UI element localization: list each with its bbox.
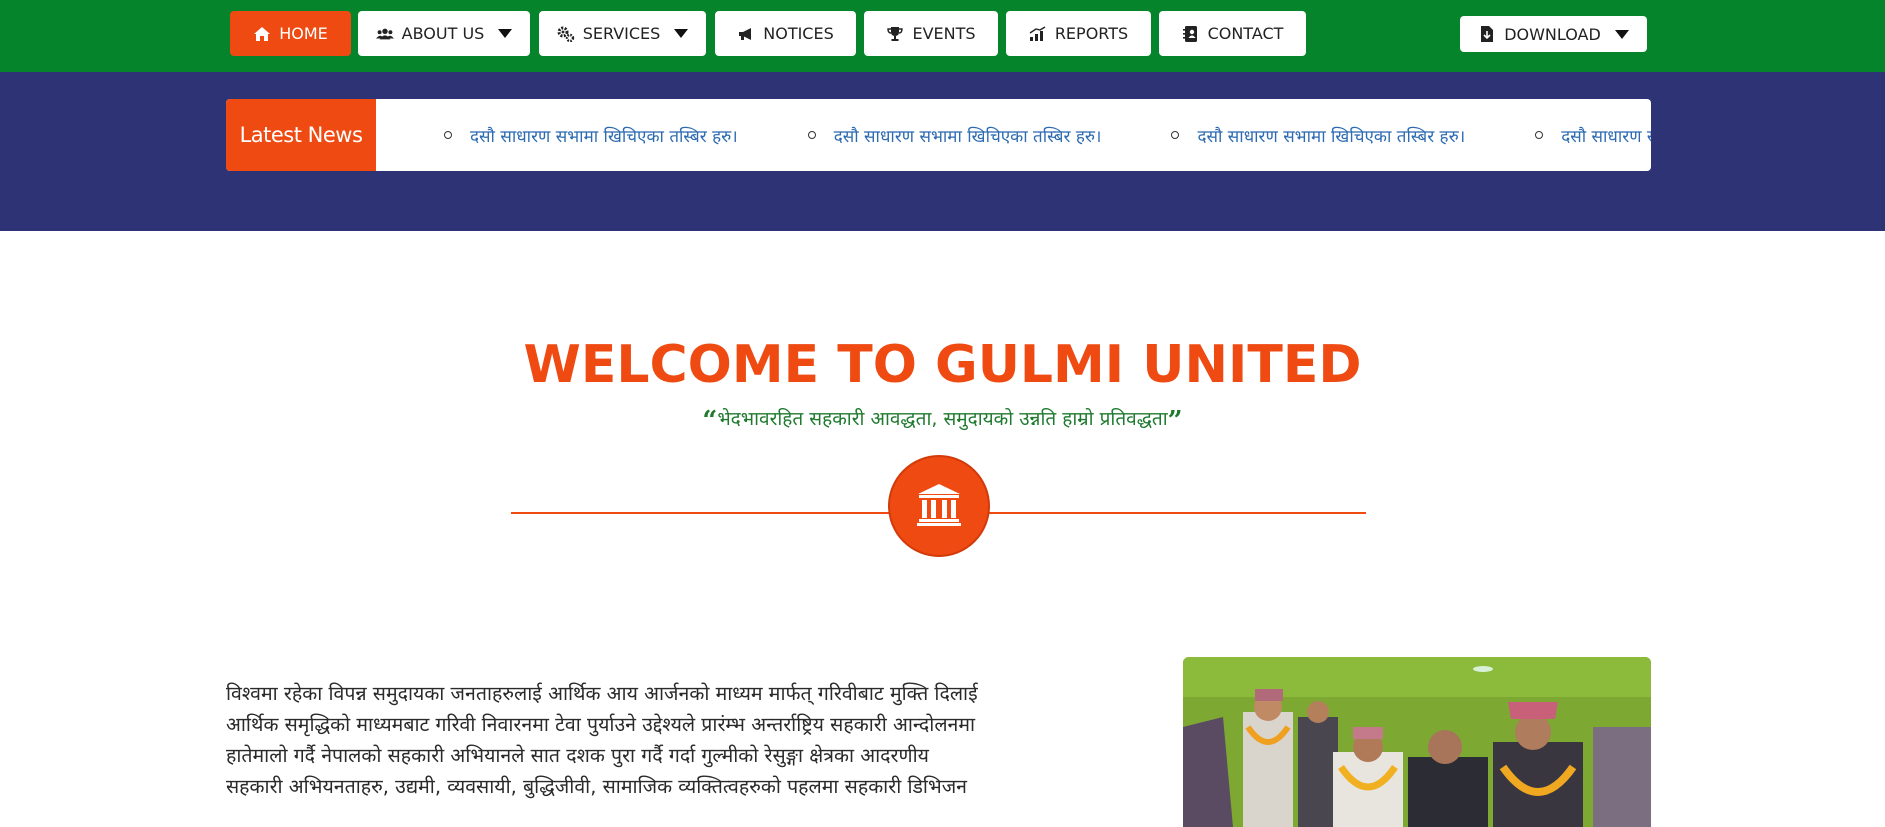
event-photo <box>1183 657 1651 827</box>
news-item[interactable]: दसौ साधारण सभामा खिचिएका तस्बिर हरु। <box>1485 124 1651 147</box>
news-item[interactable]: दसौ साधारण सभामा खिचिएका तस्बिर हरु। <box>758 124 1102 147</box>
chevron-down-icon <box>674 29 689 38</box>
welcome-title: WELCOME TO GULMI UNITED <box>523 335 1362 395</box>
news-item-text[interactable]: दसौ साधारण सभामा खिचिएका तस्बिर हरु। <box>1197 124 1465 147</box>
intro-text: विश्वमा रहेका विपन्न समुदायका जनताहरुलाई… <box>226 678 1056 802</box>
nav-notices-button[interactable]: NOTICES <box>715 11 856 56</box>
nav-reports-label: REPORTS <box>1054 24 1129 43</box>
download-dropdown-button[interactable]: DOWNLOAD <box>1460 16 1647 52</box>
news-ticker: Latest News दसौ साधारण सभामा खिचिएका तस्… <box>226 99 1651 171</box>
download-label: DOWNLOAD <box>1504 24 1601 44</box>
bullet-icon <box>1535 131 1544 139</box>
megaphone-icon <box>737 25 755 43</box>
nav-events-button[interactable]: EVENTS <box>864 11 998 56</box>
intro-line: विश्वमा रहेका विपन्न समुदायका जनताहरुलाई… <box>226 682 978 705</box>
nav-services-label: SERVICES <box>582 24 661 43</box>
divider-line-right <box>986 512 1366 514</box>
welcome-tagline: “भेदभावरहित सहकारी आवद्धता, समुदायको उन्… <box>0 405 1885 436</box>
news-item[interactable]: दसौ साधारण सभामा खिचिएका तस्बिर हरु। <box>1121 124 1465 147</box>
intro-line: आर्थिक समृद्धिको माध्यमबाट गरिवी निवारनम… <box>226 713 976 736</box>
news-item-text[interactable]: दसौ साधारण सभामा खिचिएका तस्बिर हरु। <box>470 124 738 147</box>
chevron-down-icon <box>498 29 513 38</box>
file-download-icon <box>1478 25 1496 43</box>
nav-home-button[interactable]: HOME <box>230 11 351 56</box>
chart-icon <box>1029 25 1047 43</box>
home-icon <box>253 25 271 43</box>
news-item-text[interactable]: दसौ साधारण सभामा खिचिएका तस्बिर हरु। <box>834 124 1102 147</box>
close-quote: ” <box>1167 406 1183 436</box>
users-icon <box>375 25 394 43</box>
nav-home-label: HOME <box>279 24 328 43</box>
nav-about-label: ABOUT US <box>401 24 485 43</box>
divider-line-left <box>511 512 891 514</box>
intro-line: हातेमालो गर्दै नेपालको सहकारी अभियानले स… <box>226 744 929 767</box>
top-navbar: HOME ABOUT US SERVICES NOTICES EVENTS RE… <box>0 0 1885 72</box>
open-quote: “ <box>702 406 718 436</box>
divider-emblem <box>888 455 990 557</box>
bullet-icon <box>1171 131 1180 139</box>
tagline-text: भेदभावरहित सहकारी आवद्धता, समुदायको उन्न… <box>717 408 1168 430</box>
nav-contact-label: CONTACT <box>1207 24 1284 43</box>
latest-news-label: Latest News <box>226 99 376 171</box>
news-item-text[interactable]: दसौ साधारण सभामा खिचिएका तस्बिर हरु। <box>1561 124 1651 147</box>
chevron-down-icon <box>1614 29 1629 39</box>
news-ticker-track: दसौ साधारण सभामा खिचिएका तस्बिर हरु। दसौ… <box>376 99 1651 171</box>
bank-icon <box>916 482 962 530</box>
contact-book-icon <box>1182 25 1200 43</box>
trophy-icon <box>886 25 904 43</box>
nav-about-button[interactable]: ABOUT US <box>358 11 530 56</box>
nav-reports-button[interactable]: REPORTS <box>1006 11 1151 56</box>
nav-notices-label: NOTICES <box>763 24 834 43</box>
news-item[interactable]: दसौ साधारण सभामा खिचिएका तस्बिर हरु। <box>396 124 738 147</box>
gears-icon <box>557 25 575 43</box>
bullet-icon <box>444 131 452 139</box>
nav-events-label: EVENTS <box>912 24 976 43</box>
intro-line: सहकारी अभियनताहरु, उद्यमी, व्यवसायी, बुद… <box>226 775 967 798</box>
nav-contact-button[interactable]: CONTACT <box>1159 11 1306 56</box>
nav-services-button[interactable]: SERVICES <box>539 11 706 56</box>
bullet-icon <box>807 131 816 139</box>
